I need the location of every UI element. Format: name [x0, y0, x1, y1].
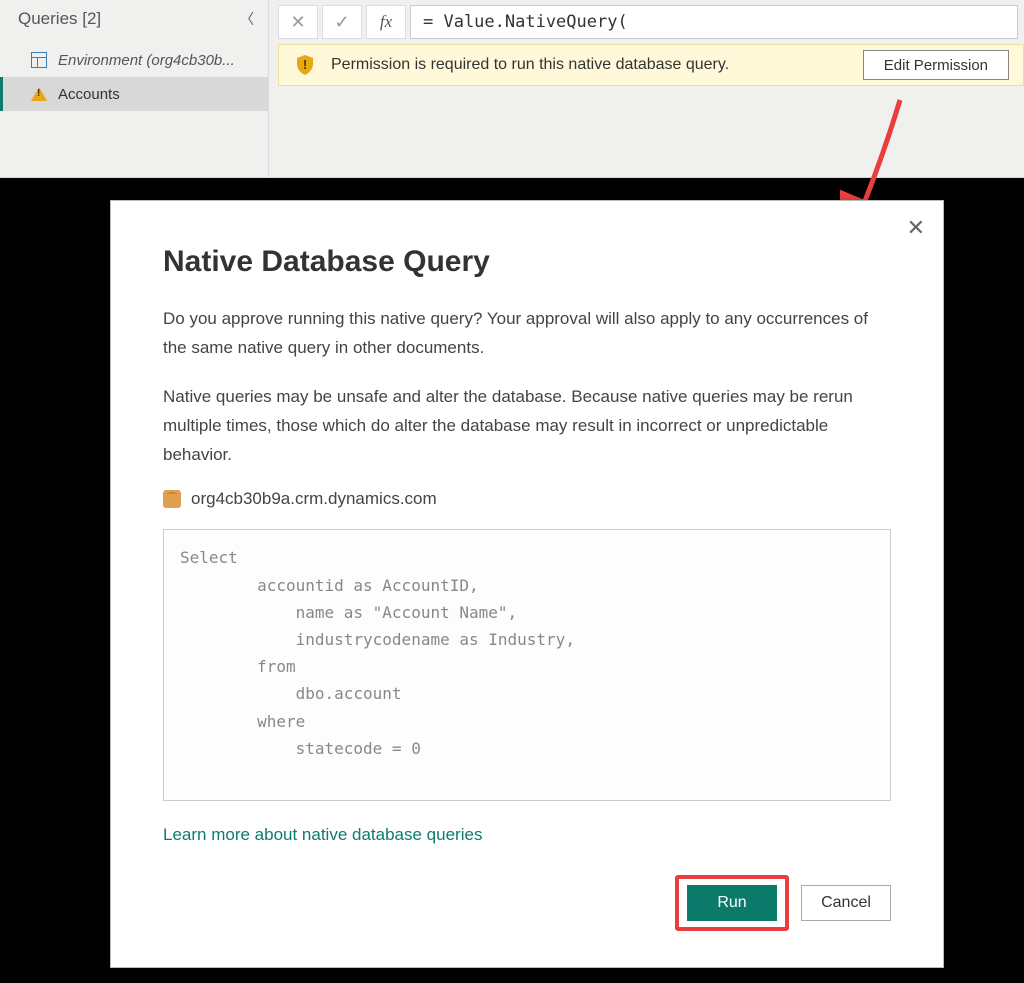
- check-icon: ✓: [334, 12, 349, 33]
- dialog-paragraph-2: Native queries may be unsafe and alter t…: [163, 383, 891, 470]
- query-item-accounts[interactable]: Accounts: [0, 77, 268, 111]
- formula-area: ✕ ✓ fx ! Permission is required to run t…: [278, 0, 1024, 178]
- queries-title: Queries [2]: [18, 9, 101, 29]
- fx-icon: fx: [380, 12, 392, 32]
- shield-warning-icon: !: [293, 53, 317, 77]
- collapse-chevron-icon[interactable]: 〈: [240, 9, 254, 29]
- formula-bar: ✕ ✓ fx: [278, 0, 1024, 40]
- formula-accept-button[interactable]: ✓: [322, 5, 362, 39]
- query-list: Environment (org4cb30b... Accounts: [0, 39, 268, 111]
- queries-header[interactable]: Queries [2] 〈: [0, 0, 268, 39]
- native-query-text[interactable]: Select accountid as AccountID, name as "…: [163, 529, 891, 801]
- dialog-source-text: org4cb30b9a.crm.dynamics.com: [191, 489, 437, 509]
- close-button[interactable]: ✕: [907, 215, 925, 241]
- native-query-dialog: ✕ Native Database Query Do you approve r…: [110, 200, 944, 968]
- close-icon: ✕: [907, 215, 925, 240]
- database-icon: [163, 490, 181, 508]
- formula-fx-button[interactable]: fx: [366, 5, 406, 39]
- queries-sidebar: Queries [2] 〈 Environment (org4cb30b... …: [0, 0, 269, 178]
- editor-top-panel: Queries [2] 〈 Environment (org4cb30b... …: [0, 0, 1024, 178]
- dialog-button-row: Run Cancel: [675, 875, 891, 931]
- query-item-environment[interactable]: Environment (org4cb30b...: [0, 43, 268, 77]
- permission-text: Permission is required to run this nativ…: [331, 56, 863, 74]
- cancel-button[interactable]: Cancel: [801, 885, 891, 921]
- query-item-label: Environment (org4cb30b...: [58, 52, 235, 69]
- formula-cancel-button[interactable]: ✕: [278, 5, 318, 39]
- table-icon: [30, 51, 48, 69]
- dialog-title: Native Database Query: [163, 245, 891, 279]
- svg-text:!: !: [303, 57, 307, 72]
- dialog-source-row: org4cb30b9a.crm.dynamics.com: [163, 489, 891, 509]
- permission-banner: ! Permission is required to run this nat…: [278, 44, 1024, 86]
- learn-more-link[interactable]: Learn more about native database queries: [163, 825, 482, 845]
- query-item-label: Accounts: [58, 86, 120, 103]
- formula-input[interactable]: [410, 5, 1018, 39]
- run-button[interactable]: Run: [687, 885, 777, 921]
- warning-icon: [30, 85, 48, 103]
- x-icon: ✕: [290, 12, 305, 33]
- run-highlight-box: Run: [675, 875, 789, 931]
- edit-permission-button[interactable]: Edit Permission: [863, 50, 1009, 80]
- dialog-paragraph-1: Do you approve running this native query…: [163, 305, 891, 363]
